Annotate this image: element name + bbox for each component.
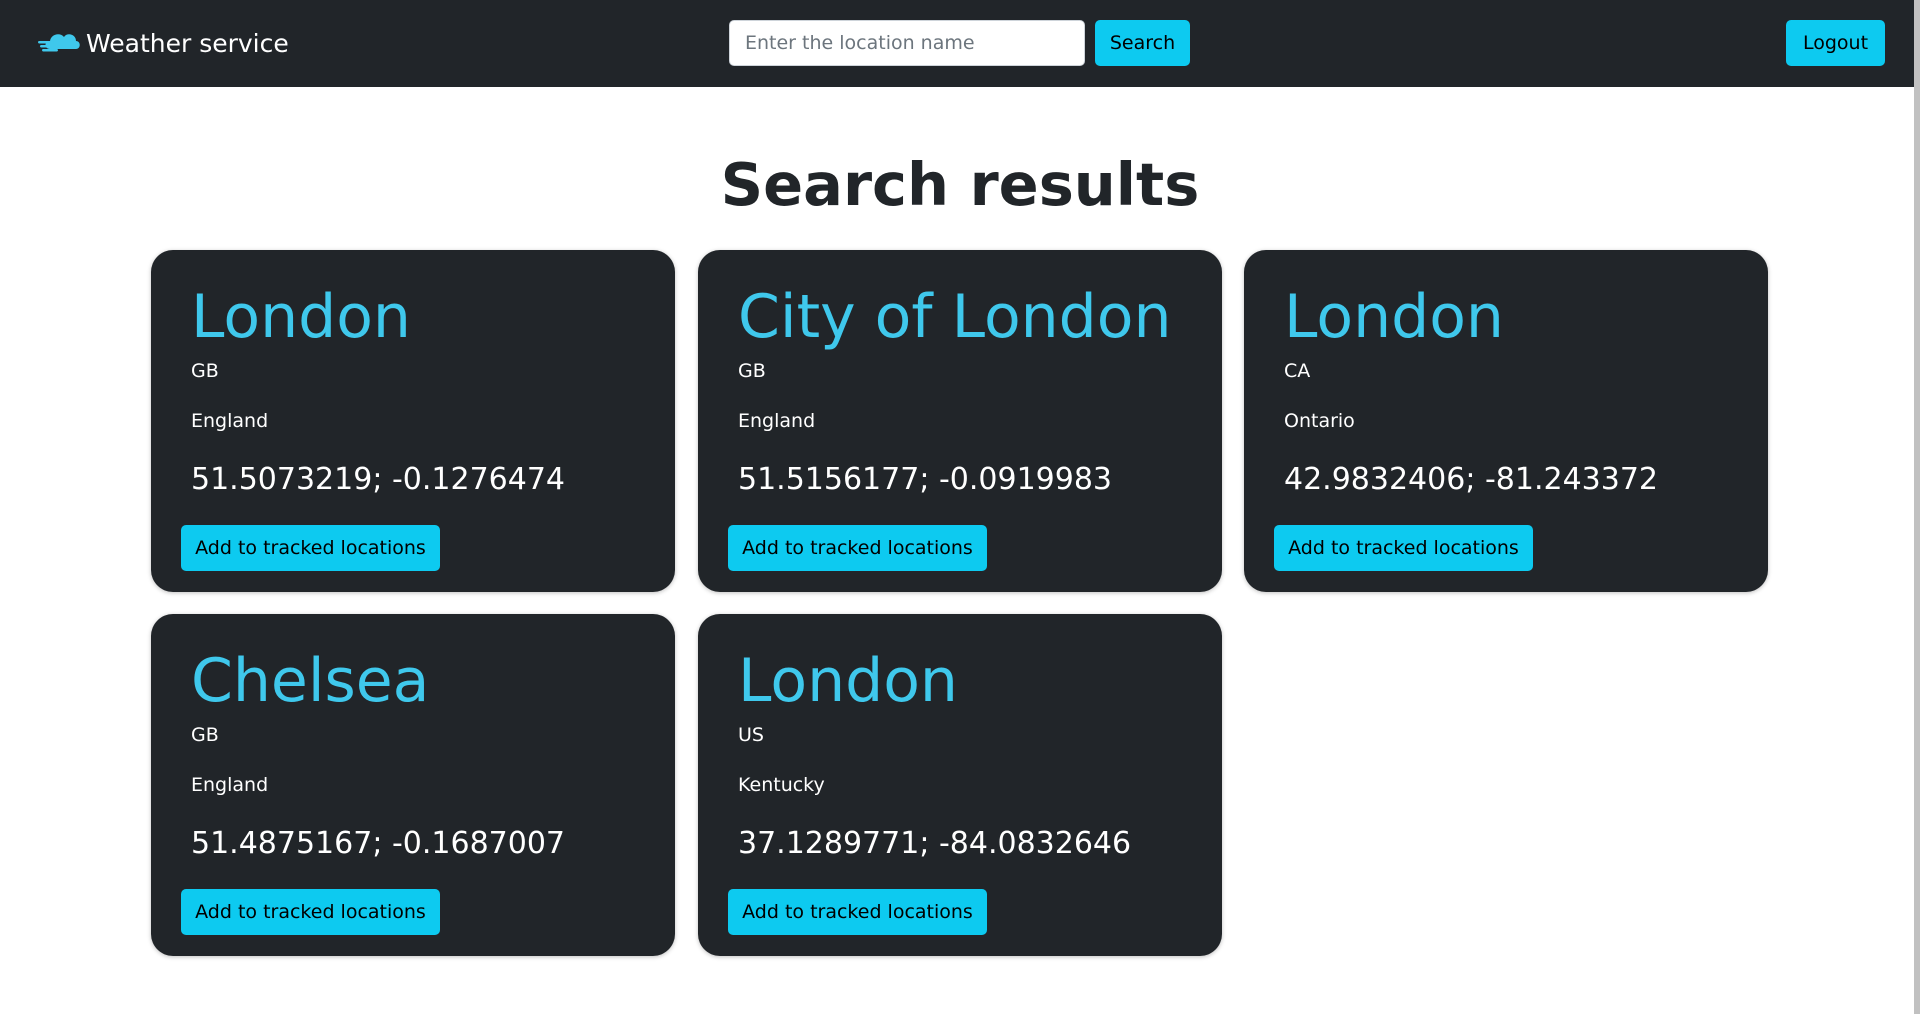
location-name: Chelsea <box>191 646 430 716</box>
add-to-tracked-button[interactable]: Add to tracked locations <box>181 525 440 571</box>
search-form: Search <box>729 20 1190 66</box>
location-coordinates: 51.5156177; -0.0919983 <box>738 462 1113 497</box>
logout-button[interactable]: Logout <box>1786 20 1885 66</box>
location-region: England <box>191 410 269 432</box>
location-name: London <box>191 282 411 352</box>
result-card: London US Kentucky 37.1289771; -84.08326… <box>698 614 1222 956</box>
location-coordinates: 51.4875167; -0.1687007 <box>191 826 566 861</box>
location-region: Kentucky <box>738 774 825 796</box>
location-coordinates: 42.9832406; -81.243372 <box>1284 462 1659 497</box>
add-to-tracked-button[interactable]: Add to tracked locations <box>728 889 987 935</box>
location-coordinates: 37.1289771; -84.0832646 <box>738 826 1132 861</box>
add-to-tracked-button[interactable]: Add to tracked locations <box>181 889 440 935</box>
search-input[interactable] <box>729 20 1085 66</box>
page-title: Search results <box>720 150 1200 219</box>
result-card: Chelsea GB England 51.4875167; -0.168700… <box>151 614 675 956</box>
location-country: US <box>738 724 764 746</box>
location-country: GB <box>191 360 219 382</box>
location-name: London <box>738 646 958 716</box>
navbar: Weather service Search Logout <box>0 0 1920 87</box>
location-name: London <box>1284 282 1504 352</box>
brand-label: Weather service <box>86 29 289 58</box>
add-to-tracked-button[interactable]: Add to tracked locations <box>728 525 987 571</box>
brand-link[interactable]: Weather service <box>38 0 289 87</box>
result-card: London GB England 51.5073219; -0.1276474… <box>151 250 675 592</box>
location-country: GB <box>738 360 766 382</box>
result-card: London CA Ontario 42.9832406; -81.243372… <box>1244 250 1768 592</box>
add-to-tracked-button[interactable]: Add to tracked locations <box>1274 525 1533 571</box>
location-coordinates: 51.5073219; -0.1276474 <box>191 462 566 497</box>
search-button[interactable]: Search <box>1095 20 1190 66</box>
location-country: GB <box>191 724 219 746</box>
result-card: City of London GB England 51.5156177; -0… <box>698 250 1222 592</box>
location-name: City of London <box>738 282 1172 352</box>
location-region: England <box>738 410 816 432</box>
location-region: England <box>191 774 269 796</box>
location-country: CA <box>1284 360 1311 382</box>
location-region: Ontario <box>1284 410 1355 432</box>
cloud-icon <box>38 27 86 61</box>
